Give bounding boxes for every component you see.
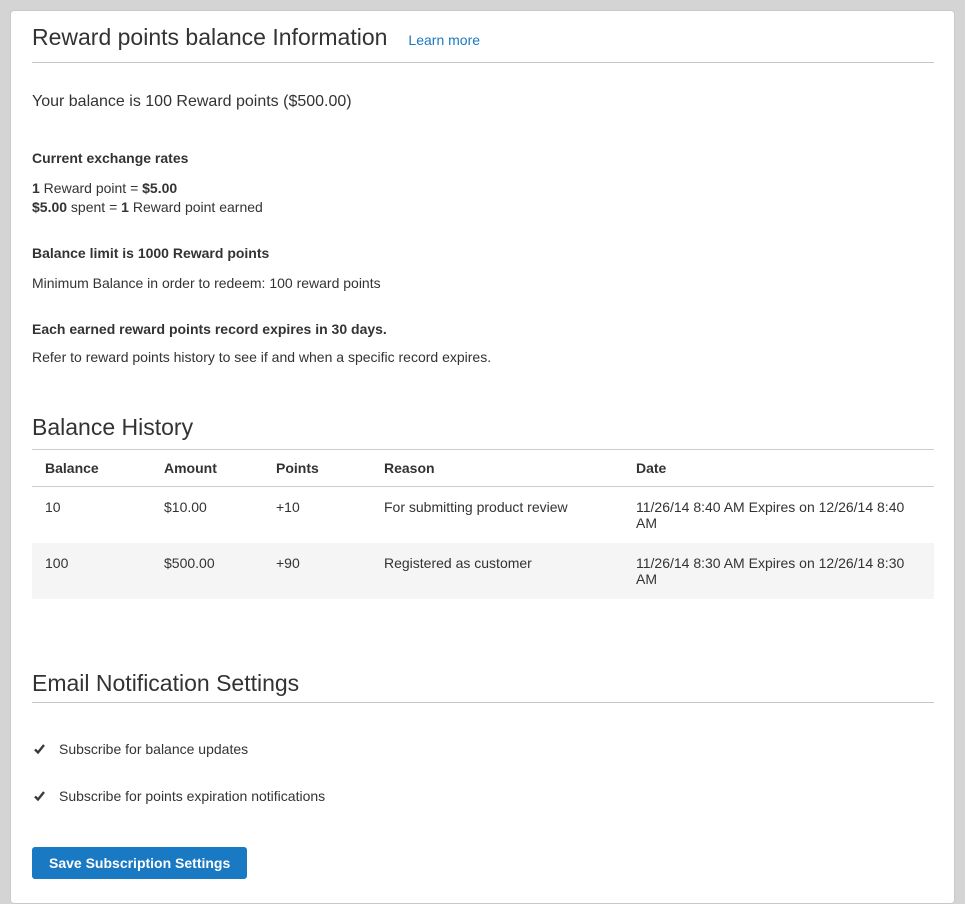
reason-cell: Registered as customer [371, 543, 623, 599]
earn-rate-points: 1 [32, 180, 40, 196]
spend-rate-suffix: Reward point earned [129, 199, 263, 215]
balance-limit-notice: Balance limit is 1000 Reward points [32, 244, 934, 262]
date-cell: 11/26/14 8:40 AM Expires on 12/26/14 8:4… [623, 487, 934, 544]
panel-header: Reward points balance Information Learn … [32, 23, 934, 63]
date-cell: 11/26/14 8:30 AM Expires on 12/26/14 8:3… [623, 543, 934, 599]
exchange-rates-heading: Current exchange rates [32, 149, 934, 167]
subscription-option: Subscribe for balance updates [32, 740, 934, 759]
reason-cell: For submitting product review [371, 487, 623, 544]
balance-history-title: Balance History [32, 413, 934, 441]
exchange-rates-lines: 1 Reward point = $5.00 $5.00 spent = 1 R… [32, 179, 934, 217]
balance-summary: Your balance is 100 Reward points ($500.… [32, 91, 934, 113]
save-subscription-button[interactable]: Save Subscription Settings [32, 847, 247, 879]
spend-rate-amount: $5.00 [32, 199, 67, 215]
reward-points-card: Reward points balance Information Learn … [10, 10, 955, 904]
expiration-hint: Refer to reward points history to see if… [32, 348, 934, 366]
minimum-balance-notice: Minimum Balance in order to redeem: 100 … [32, 274, 934, 292]
table-header-row: Balance Amount Points Reason Date [32, 450, 934, 487]
subscription-option: Subscribe for points expiration notifica… [32, 787, 934, 806]
table-row: 100 $500.00 +90 Registered as customer 1… [32, 543, 934, 599]
amount-cell: $500.00 [151, 543, 263, 599]
checkbox-label: Subscribe for balance updates [59, 740, 248, 759]
earn-rate-line: 1 Reward point = $5.00 [32, 179, 934, 198]
column-header-reason: Reason [371, 450, 623, 487]
points-cell: +10 [263, 487, 371, 544]
page-title: Reward points balance Information [32, 23, 387, 51]
spend-rate-points: 1 [121, 199, 129, 215]
balance-cell: 100 [32, 543, 151, 599]
column-header-points: Points [263, 450, 371, 487]
balance-history-table: Balance Amount Points Reason Date 10 $10… [32, 449, 934, 599]
email-settings-title: Email Notification Settings [32, 669, 934, 703]
points-cell: +90 [263, 543, 371, 599]
earn-rate-middle: Reward point = [40, 180, 142, 196]
amount-cell: $10.00 [151, 487, 263, 544]
column-header-balance: Balance [32, 450, 151, 487]
balance-cell: 10 [32, 487, 151, 544]
expiration-notice: Each earned reward points record expires… [32, 320, 934, 338]
column-header-date: Date [623, 450, 934, 487]
table-row: 10 $10.00 +10 For submitting product rev… [32, 487, 934, 544]
column-header-amount: Amount [151, 450, 263, 487]
balance-updates-checkbox[interactable] [32, 742, 47, 757]
expiration-notifications-checkbox[interactable] [32, 789, 47, 804]
learn-more-link[interactable]: Learn more [408, 32, 480, 48]
earn-rate-amount: $5.00 [142, 180, 177, 196]
spend-rate-middle: spent = [67, 199, 121, 215]
spend-rate-line: $5.00 spent = 1 Reward point earned [32, 198, 934, 217]
checkbox-label: Subscribe for points expiration notifica… [59, 787, 325, 806]
